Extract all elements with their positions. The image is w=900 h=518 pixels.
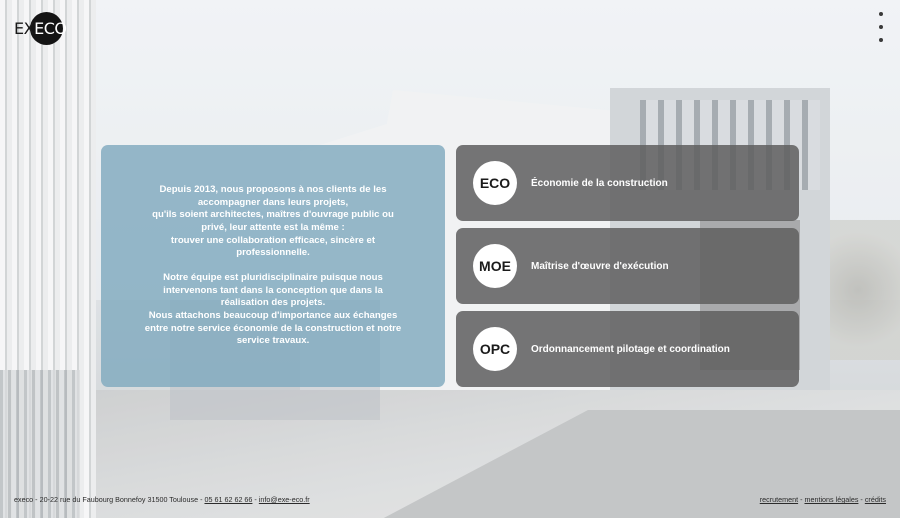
footer-contact: execo - 20-22 rue du Faubourg Bonnefoy 3… <box>14 495 310 504</box>
intro-text: Depuis 2013, nous proposons à nos client… <box>144 184 402 347</box>
service-label-moe: Maîtrise d'œuvre d'exécution <box>531 260 669 272</box>
intro-panel: Depuis 2013, nous proposons à nos client… <box>101 145 445 387</box>
menu-dot <box>879 25 883 29</box>
footer-link-mentions-legales[interactable]: mentions légales <box>804 495 858 504</box>
menu-dot <box>879 38 883 42</box>
service-card-moe[interactable]: MOE Maîtrise d'œuvre d'exécution <box>456 228 799 304</box>
execo-logo[interactable]: EXECO <box>13 12 67 45</box>
service-badge-opc: OPC <box>473 327 517 371</box>
service-label-eco: Économie de la construction <box>531 177 668 189</box>
footer-address: execo - 20-22 rue du Faubourg Bonnefoy 3… <box>14 495 205 504</box>
service-card-opc[interactable]: OPC Ordonnancement pilotage et coordinat… <box>456 311 799 387</box>
service-badge-moe: MOE <box>473 244 517 288</box>
service-label-opc: Ordonnancement pilotage et coordination <box>531 343 730 355</box>
footer-email-link[interactable]: info@exe-eco.fr <box>259 495 310 504</box>
kebab-menu-icon[interactable] <box>874 12 888 42</box>
footer-link-credits[interactable]: crédits <box>865 495 886 504</box>
footer-link-recrutement[interactable]: recrutement <box>760 495 798 504</box>
service-badge-eco: ECO <box>473 161 517 205</box>
footer-links: recrutement - mentions légales - crédits <box>759 495 886 504</box>
footer-phone-link[interactable]: 05 61 62 62 66 <box>204 495 252 504</box>
service-card-eco[interactable]: ECO Économie de la construction <box>456 145 799 221</box>
logo-text: EXECO <box>14 19 67 38</box>
menu-dot <box>879 12 883 16</box>
